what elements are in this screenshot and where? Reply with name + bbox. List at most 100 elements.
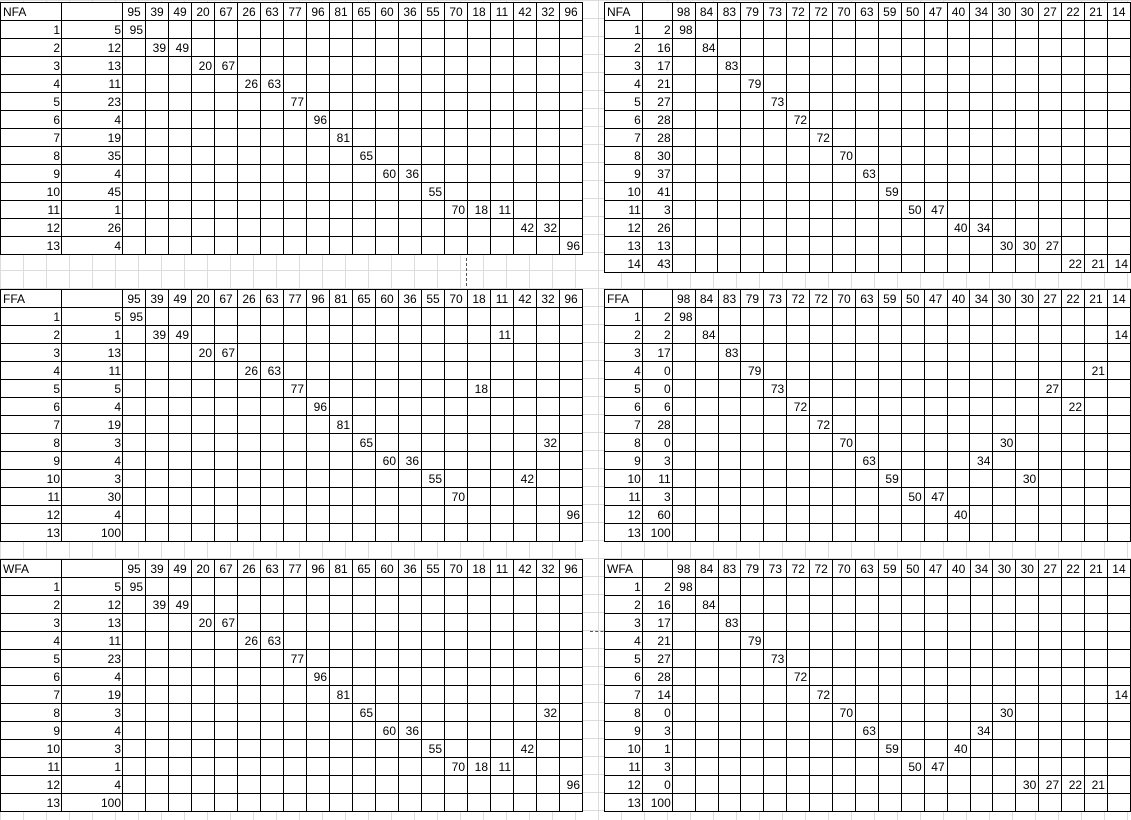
data-cell[interactable] (421, 218, 445, 237)
data-cell[interactable] (923, 20, 948, 39)
data-cell[interactable] (946, 200, 971, 219)
data-cell[interactable] (283, 613, 307, 632)
column-header[interactable]: 84 (694, 559, 719, 578)
data-cell[interactable]: 32 (536, 433, 560, 452)
data-cell[interactable] (694, 92, 719, 111)
row-value-cell[interactable]: 4 (61, 164, 123, 183)
data-cell[interactable] (191, 487, 215, 506)
row-index-cell[interactable]: 13 (604, 523, 643, 542)
data-cell[interactable] (122, 451, 146, 470)
data-cell[interactable] (214, 200, 238, 219)
data-cell[interactable] (832, 631, 856, 650)
data-cell[interactable] (306, 631, 330, 650)
data-cell[interactable] (900, 164, 925, 183)
data-cell[interactable] (1061, 307, 1086, 326)
data-cell[interactable] (145, 200, 169, 219)
data-cell[interactable] (168, 721, 192, 740)
data-cell[interactable] (1084, 415, 1108, 434)
data-cell[interactable] (513, 379, 537, 398)
data-cell[interactable] (809, 38, 833, 57)
data-cell[interactable] (671, 182, 696, 201)
data-cell[interactable] (375, 182, 399, 201)
data-cell[interactable] (717, 254, 742, 273)
row-value-cell[interactable]: 100 (641, 793, 673, 812)
data-cell[interactable] (740, 379, 765, 398)
data-cell[interactable] (832, 325, 856, 344)
data-cell[interactable] (877, 433, 902, 452)
data-cell[interactable] (1061, 325, 1086, 344)
row-index-cell[interactable]: 14 (604, 254, 643, 273)
data-cell[interactable] (444, 703, 468, 722)
data-cell[interactable] (1084, 631, 1108, 650)
data-cell[interactable] (513, 721, 537, 740)
data-cell[interactable] (877, 505, 902, 524)
data-cell[interactable] (122, 236, 146, 255)
data-cell[interactable] (513, 146, 537, 165)
data-cell[interactable] (969, 164, 994, 183)
data-cell[interactable] (559, 649, 583, 668)
data-cell[interactable] (1061, 110, 1085, 129)
data-cell[interactable] (444, 361, 468, 380)
data-cell[interactable] (214, 505, 238, 524)
data-cell[interactable] (786, 415, 811, 434)
data-cell[interactable] (946, 523, 971, 542)
column-header[interactable]: 83 (717, 2, 742, 21)
row-index-cell[interactable]: 1 (0, 20, 62, 39)
header-blank-cell[interactable] (641, 559, 673, 578)
data-cell[interactable] (1106, 451, 1131, 470)
row-value-cell[interactable]: 13 (641, 236, 673, 255)
data-cell[interactable] (763, 182, 788, 201)
data-cell[interactable] (352, 595, 376, 614)
data-cell[interactable] (536, 92, 560, 111)
data-cell[interactable] (375, 92, 399, 111)
data-cell[interactable] (352, 128, 376, 147)
data-cell[interactable]: 39 (145, 38, 169, 57)
data-cell[interactable] (122, 200, 146, 219)
data-cell[interactable] (1015, 415, 1040, 434)
data-cell[interactable] (122, 721, 146, 740)
data-cell[interactable] (145, 775, 169, 794)
data-cell[interactable]: 18 (467, 200, 491, 219)
data-cell[interactable] (900, 74, 925, 93)
data-cell[interactable] (1038, 739, 1063, 758)
data-cell[interactable] (536, 505, 560, 524)
data-cell[interactable]: 39 (145, 595, 169, 614)
row-value-cell[interactable]: 5 (61, 577, 123, 596)
column-header[interactable]: 79 (740, 2, 765, 21)
row-index-cell[interactable]: 3 (0, 343, 62, 362)
data-cell[interactable] (260, 236, 284, 255)
data-cell[interactable] (306, 577, 330, 596)
row-value-cell[interactable]: 4 (61, 397, 123, 416)
data-cell[interactable] (352, 613, 376, 632)
row-index-cell[interactable]: 8 (0, 433, 62, 452)
data-cell[interactable] (854, 505, 879, 524)
data-cell[interactable] (877, 685, 902, 704)
data-cell[interactable] (786, 685, 811, 704)
data-cell[interactable] (306, 146, 330, 165)
row-value-cell[interactable]: 3 (61, 703, 123, 722)
data-cell[interactable] (1106, 218, 1131, 237)
row-index-cell[interactable]: 3 (0, 613, 62, 632)
row-value-cell[interactable]: 5 (61, 20, 123, 39)
data-cell[interactable] (513, 20, 537, 39)
row-value-cell[interactable]: 19 (61, 128, 123, 147)
row-value-cell[interactable]: 3 (641, 451, 673, 470)
data-cell[interactable] (854, 325, 879, 344)
data-cell[interactable] (214, 469, 238, 488)
data-cell[interactable] (467, 685, 491, 704)
row-index-cell[interactable]: 5 (0, 379, 62, 398)
data-cell[interactable] (444, 451, 468, 470)
data-cell[interactable] (900, 38, 925, 57)
data-cell[interactable] (832, 379, 856, 398)
data-cell[interactable] (763, 56, 788, 75)
data-cell[interactable] (306, 505, 330, 524)
column-header[interactable]: 20 (191, 289, 215, 308)
data-cell[interactable] (260, 182, 284, 201)
data-cell[interactable] (191, 415, 215, 434)
row-index-cell[interactable]: 13 (0, 793, 62, 812)
column-header[interactable]: 50 (900, 2, 925, 21)
data-cell[interactable] (831, 92, 856, 111)
data-cell[interactable] (398, 397, 422, 416)
row-index-cell[interactable]: 1 (0, 307, 62, 326)
data-cell[interactable] (740, 397, 765, 416)
